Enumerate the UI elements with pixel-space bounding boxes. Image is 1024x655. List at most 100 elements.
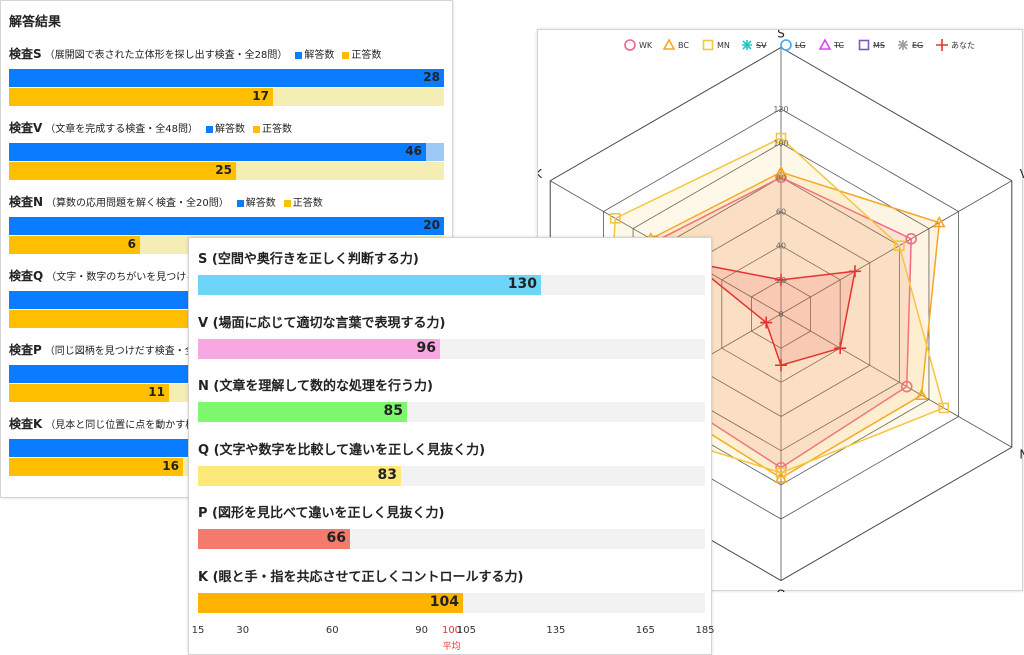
results-title: 解答結果 (9, 15, 62, 30)
bar-track-answered: 28 (9, 69, 444, 87)
legend-label: SV (756, 41, 767, 50)
score-bar-value: 85 (383, 403, 403, 419)
legend-correct-swatch (283, 199, 291, 207)
score-category-label: Q (文字や数字を比較して違いを正しく見抜く力) (198, 442, 486, 458)
legend-label: BC (678, 41, 689, 50)
score-category-label: P (図形を見比べて違いを正しく見抜く力) (198, 506, 445, 521)
scores-panel: S (空間や奥行きを正しく判断する力) 130 V (場面に応じて適切な言葉で表現す… (188, 237, 715, 655)
bar-answered (9, 143, 426, 161)
score-axis-tick: 30 (236, 625, 250, 636)
score-bar-track: 96 (198, 338, 705, 359)
test-description: （同じ図柄を見つけだす検査・全30 (44, 346, 208, 357)
bar-track-correct: 25 (9, 162, 444, 180)
radar-tick-label: 40 (776, 242, 786, 251)
bar-answered (9, 217, 444, 235)
score-axis-tick: 60 (325, 625, 339, 636)
legend-answered-swatch (206, 125, 214, 133)
legend-item-3[interactable]: SV (742, 40, 767, 50)
legend-marker (780, 39, 792, 51)
legend-answered-swatch (295, 51, 303, 59)
legend-label: TC (833, 41, 844, 50)
score-bar-value: 96 (416, 339, 436, 356)
bar-answered-value: 46 (405, 144, 422, 158)
score-category-label: V (場面に応じて適切な言葉で表現する力) (198, 315, 446, 331)
score-bar-track: 104 (198, 592, 705, 613)
bar-track-answered: 46 (9, 143, 444, 161)
legend-marker (858, 39, 870, 51)
legend-answered-label: 解答数 (245, 198, 276, 209)
bar-track-answered: 20 (9, 217, 444, 235)
radar-tick-label: 0 (778, 310, 783, 319)
radar-axis-label: N (1019, 447, 1024, 461)
test-header: 検査V （文章を完成する検査・全48問） 解答数 正答数 (9, 119, 292, 136)
bar-answered (9, 69, 444, 87)
test-description: （展開図で表された立体形を探し出す検査・全28問） (44, 50, 288, 61)
legend-answered-swatch (236, 199, 244, 207)
bar-correct-value: 6 (127, 237, 136, 251)
legend-answered-label: 解答数 (304, 50, 335, 61)
radar-tick-label: 120 (773, 105, 788, 114)
bar-answered-value: 20 (423, 218, 440, 232)
test-name: 検査N (9, 195, 44, 209)
score-bar-track: 85 (198, 402, 705, 422)
legend-item-4[interactable]: LG (780, 39, 806, 51)
legend-item-7[interactable]: EG (898, 40, 923, 50)
legend-correct-label: 正答数 (351, 50, 382, 61)
radar-axis-label: K (538, 167, 543, 181)
average-label: 平均 (442, 642, 461, 652)
legend-label: MS (873, 41, 885, 50)
score-bar-track: 66 (198, 529, 705, 549)
legend-marker (702, 39, 714, 51)
test-description: （文章を完成する検査・全48問） (45, 124, 199, 135)
legend-marker (818, 38, 832, 50)
score-bar-track: 130 (198, 275, 705, 295)
test-name: 検査K (9, 417, 43, 431)
legend-marker (624, 39, 636, 51)
test-header: 検査N （算数の応用問題を解く検査・全20問） 解答数 正答数 (9, 193, 323, 210)
legend-item-0[interactable]: WK (624, 39, 653, 51)
radar-axis-label: V (1020, 167, 1024, 181)
bar-correct (9, 88, 273, 106)
radar-tick-label: 20 (776, 276, 786, 285)
score-axis-tick: 135 (546, 625, 566, 636)
bar-track-correct: 17 (9, 88, 444, 106)
score-axis-tick: 90 (415, 625, 429, 636)
radar-axis-label: Q (776, 588, 785, 593)
legend-item-2[interactable]: MN (702, 39, 730, 51)
legend-label: EG (912, 41, 923, 50)
test-name: 検査S (9, 47, 42, 61)
legend-marker (936, 39, 948, 51)
test-description: （算数の応用問題を解く検査・全20問） (46, 198, 229, 209)
score-bar-value: 83 (377, 466, 397, 483)
score-axis-tick: 185 (695, 625, 715, 636)
score-axis-tick: 15 (191, 625, 205, 636)
score-bar-value: 130 (507, 276, 537, 292)
test-name: 検査V (9, 121, 43, 135)
legend-correct-swatch (253, 125, 261, 133)
bar-correct-value: 16 (162, 459, 179, 473)
legend-item-6[interactable]: MS (858, 39, 885, 51)
legend-item-5[interactable]: TC (818, 38, 844, 50)
score-axis-tick: 165 (635, 625, 655, 636)
score-axis-tick: 105 (456, 625, 476, 636)
test-name: 検査P (9, 343, 42, 357)
score-category-label: K (眼と手・指を共応させて正しくコントロールする力) (198, 569, 524, 585)
legend-item-8[interactable]: あなた (936, 39, 975, 51)
legend-correct-label: 正答数 (292, 198, 323, 209)
legend-marker (742, 40, 752, 50)
legend-marker (662, 38, 676, 50)
legend-answered-label: 解答数 (215, 124, 246, 135)
legend-label: WK (639, 41, 653, 50)
legend-item-1[interactable]: BC (662, 38, 689, 50)
score-category-label: N (文章を理解して数的な処理を行う力) (198, 379, 433, 394)
bar-correct-value: 11 (148, 385, 165, 399)
legend-label: LG (795, 41, 806, 50)
legend-label: あなた (951, 41, 975, 50)
score-bar-value: 66 (326, 530, 346, 546)
radar-tick-label: 100 (773, 139, 788, 148)
legend-label: MN (717, 41, 730, 50)
test-name: 検査Q (9, 269, 44, 283)
score-bar-value: 104 (429, 593, 459, 610)
score-bar (198, 275, 541, 295)
test-header: 検査S （展開図で表された立体形を探し出す検査・全28問） 解答数 正答数 (9, 45, 381, 62)
